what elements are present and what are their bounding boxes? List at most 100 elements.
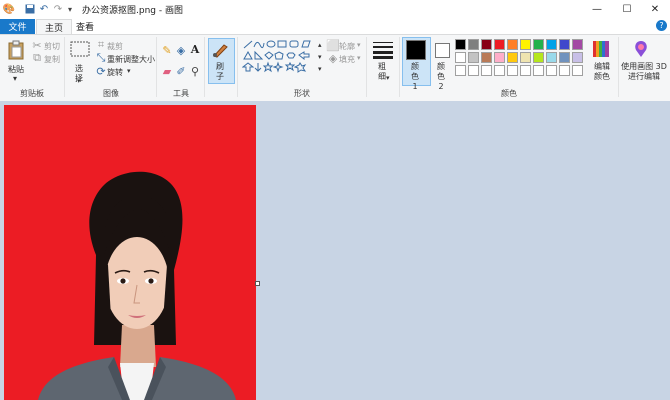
palette-swatch[interactable] (494, 65, 505, 76)
outline-button[interactable]: 轮廓 (339, 41, 355, 52)
resize-icon: ⤡ (96, 51, 106, 64)
eraser-icon[interactable]: ▰ (161, 65, 173, 78)
palette-swatch[interactable] (546, 39, 557, 50)
palette-swatch[interactable] (559, 39, 570, 50)
fill-icon[interactable]: ◈ (175, 44, 187, 57)
palette-swatch[interactable] (468, 52, 479, 63)
window-title: 办公资源抠图.png - 画图 (82, 3, 183, 16)
fill-shape-icon: ◈ (328, 51, 338, 65)
color-picker-icon[interactable]: ✐ (175, 65, 187, 78)
copy-button[interactable]: 复制 (44, 54, 60, 65)
shapes-scroll-down-icon[interactable]: ▾ (318, 53, 322, 61)
palette-swatch[interactable] (481, 39, 492, 50)
shapes-more-icon[interactable]: ▾ (318, 65, 322, 73)
palette-swatch[interactable] (494, 39, 505, 50)
brush-icon (211, 41, 231, 59)
paste-icon[interactable] (6, 39, 26, 61)
palette-swatch[interactable] (455, 39, 466, 50)
redo-icon[interactable]: ↷ (52, 2, 64, 16)
palette-swatch[interactable] (533, 52, 544, 63)
minimize-button[interactable]: — (582, 0, 612, 19)
image-group-label: 图像 (103, 89, 119, 98)
palette-swatch[interactable] (481, 65, 492, 76)
resize-button[interactable]: 重新调整大小 (107, 54, 155, 65)
palette-swatch[interactable] (507, 52, 518, 63)
group-separator (64, 37, 65, 97)
edit-colors-button[interactable]: 编辑颜色 (593, 62, 611, 82)
size-dropdown-icon[interactable]: ▾ (386, 74, 390, 82)
rotate-button[interactable]: 旋转 (107, 67, 123, 78)
group-separator (156, 37, 157, 97)
canvas-workspace (0, 101, 670, 400)
palette-swatch[interactable] (533, 39, 544, 50)
canvas-image[interactable] (4, 105, 256, 400)
palette-swatch[interactable] (481, 52, 492, 63)
palette-swatch[interactable] (572, 65, 583, 76)
pencil-icon[interactable]: ✎ (161, 44, 173, 57)
shapes-gallery[interactable] (242, 39, 317, 73)
help-icon[interactable]: ? (656, 20, 667, 31)
text-icon[interactable]: A (189, 43, 201, 56)
tab-file[interactable]: 文件 (0, 19, 35, 34)
group-separator (618, 37, 619, 97)
shapes-group-label: 形状 (294, 89, 310, 98)
copy-icon: ⧉ (33, 51, 41, 64)
title-bar: 🎨 ↶ ↷ ▾ 办公资源抠图.png - 画图 — ☐ ✕ (0, 0, 670, 19)
tab-view[interactable]: 查看 (68, 19, 102, 34)
palette-swatch[interactable] (533, 65, 544, 76)
tab-home[interactable]: 主页 (36, 19, 73, 34)
palette-swatch[interactable] (546, 52, 557, 63)
select-icon[interactable] (70, 40, 90, 58)
brushes-label: 刷子 (216, 62, 224, 81)
select-dropdown-icon[interactable]: ▾ (77, 77, 81, 85)
app-name: 画图 (165, 6, 184, 16)
shapes-scroll-up-icon[interactable]: ▴ (318, 41, 322, 49)
palette-swatch[interactable] (520, 65, 531, 76)
palette-swatch[interactable] (455, 65, 466, 76)
filename: 办公资源抠图.png (82, 6, 156, 16)
save-icon[interactable] (24, 2, 36, 16)
close-button[interactable]: ✕ (640, 0, 670, 19)
resize-handle-right[interactable] (255, 281, 260, 286)
paste-dropdown-icon[interactable]: ▾ (13, 74, 17, 83)
customize-quick-access-icon[interactable]: ▾ (65, 2, 75, 16)
palette-swatch[interactable] (572, 39, 583, 50)
group-separator (204, 37, 205, 97)
title-separator: - (158, 6, 163, 16)
tools-group-label: 工具 (173, 89, 189, 98)
palette-swatch[interactable] (520, 52, 531, 63)
crop-button[interactable]: 裁剪 (107, 41, 123, 52)
palette-swatch[interactable] (546, 65, 557, 76)
color2-swatch[interactable] (435, 43, 450, 58)
palette-swatch[interactable] (455, 52, 466, 63)
magnifier-icon[interactable]: ⚲ (189, 65, 201, 78)
cut-button[interactable]: 剪切 (44, 41, 60, 52)
cut-icon: ✂ (32, 38, 42, 52)
undo-icon[interactable]: ↶ (38, 2, 50, 16)
colors-group-label: 颜色 (501, 89, 517, 98)
size-icon[interactable] (372, 40, 394, 60)
palette-swatch[interactable] (559, 65, 570, 76)
rotate-dropdown-icon[interactable]: ▾ (127, 67, 131, 75)
rotate-icon: ⟳ (96, 64, 106, 78)
group-separator (366, 37, 367, 97)
palette-swatch[interactable] (494, 52, 505, 63)
palette-swatch[interactable] (520, 39, 531, 50)
ribbon-tabs: 文件 主页 查看 ? (0, 19, 670, 34)
palette-swatch[interactable] (559, 52, 570, 63)
palette-swatch[interactable] (468, 39, 479, 50)
outline-icon: ⬜ (326, 38, 340, 52)
fill-dropdown-icon[interactable]: ▾ (357, 54, 361, 62)
paint-app-icon[interactable]: 🎨 (3, 2, 15, 16)
outline-dropdown-icon[interactable]: ▾ (357, 41, 361, 49)
palette-swatch[interactable] (572, 52, 583, 63)
clipboard-group-label: 剪贴板 (20, 89, 44, 98)
fill-button[interactable]: 填充 (339, 54, 355, 65)
paint3d-button[interactable]: 使用画图 3D 进行编辑 (621, 62, 667, 82)
maximize-button[interactable]: ☐ (612, 0, 642, 19)
ribbon: 粘贴 ▾ ✂ 剪切 ⧉ 复制 剪贴板 选择 ▾ ⌗ 裁剪 ⤡ 重新调整大小 ⟳ … (0, 34, 670, 102)
edit-colors-icon (592, 40, 610, 58)
palette-swatch[interactable] (507, 39, 518, 50)
palette-swatch[interactable] (468, 65, 479, 76)
palette-swatch[interactable] (507, 65, 518, 76)
